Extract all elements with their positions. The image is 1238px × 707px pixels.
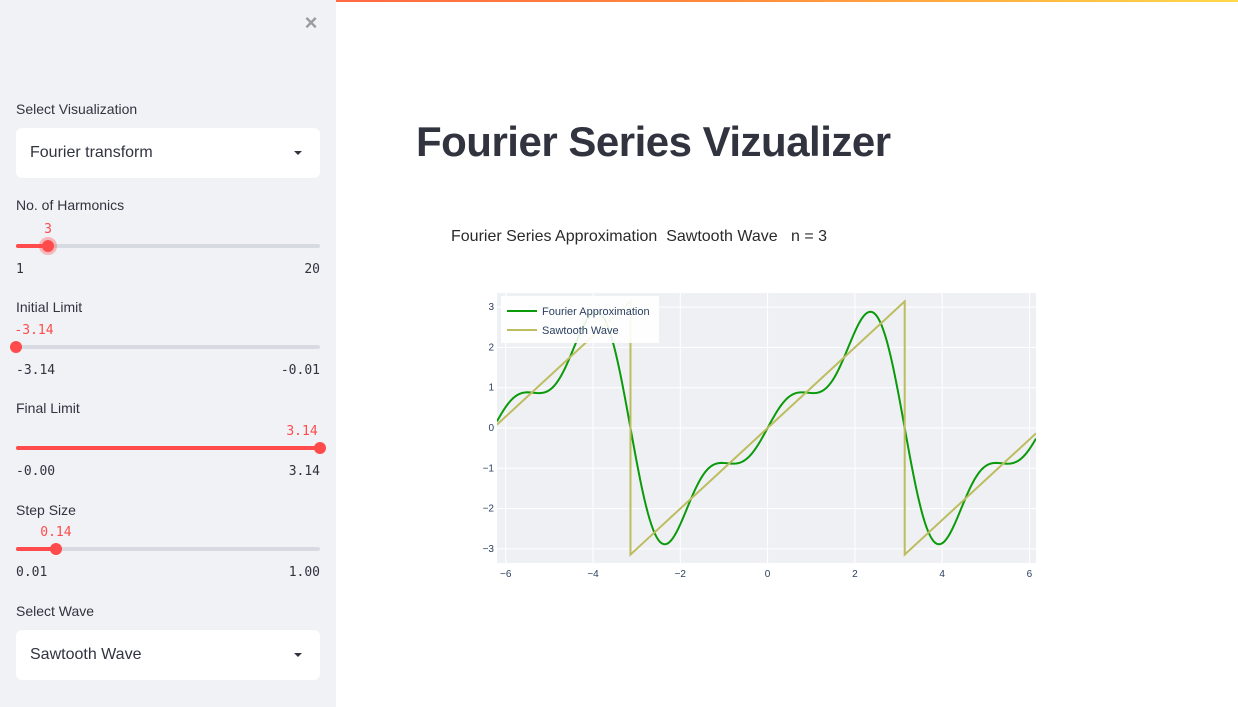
- harmonics-slider[interactable]: 3 1 20: [16, 222, 320, 286]
- y-tick-label: −3: [483, 544, 495, 555]
- slider-min-label: 0.01: [16, 565, 48, 580]
- initial-limit-label: Initial Limit: [16, 299, 83, 315]
- x-tick-label: −2: [675, 569, 687, 580]
- slider-thumb[interactable]: [49, 543, 62, 555]
- legend-label: Sawtooth Wave: [542, 325, 619, 337]
- y-tick-label: −1: [483, 463, 495, 474]
- slider-max-label: 20: [304, 262, 320, 277]
- harmonics-label: No. of Harmonics: [16, 197, 125, 213]
- sidebar: × Select Visualization Fourier transform…: [0, 0, 336, 707]
- slider-max-label: 1.00: [288, 565, 320, 580]
- visualization-label: Select Visualization: [16, 101, 138, 117]
- step-size-slider[interactable]: 0.14 0.01 1.00: [16, 525, 320, 589]
- y-tick-label: 2: [488, 342, 494, 353]
- close-icon: ×: [304, 10, 318, 35]
- y-tick-label: 3: [488, 302, 494, 313]
- final-limit-label: Final Limit: [16, 400, 80, 416]
- fourier-chart[interactable]: −6 −4 −2 0 2 4 6 −3 −2 −1 0 1 2 3 Fourier Approximatio…: [450, 280, 1050, 590]
- chart-title: Fourier Series Approximation Sawtooth Wa…: [451, 228, 828, 245]
- slider-min-label: 1: [16, 262, 24, 277]
- slider-current-value: 3: [44, 222, 52, 237]
- slider-thumb[interactable]: [314, 442, 326, 454]
- slider-min-label: -0.00: [16, 464, 56, 479]
- x-tick-label: 0: [765, 569, 771, 580]
- wave-select[interactable]: Sawtooth Wave: [16, 630, 320, 680]
- y-tick-label: 0: [488, 423, 494, 434]
- slider-current-value: -3.14: [14, 323, 54, 338]
- close-sidebar-button[interactable]: ×: [300, 12, 322, 34]
- chevron-down-icon: [294, 653, 302, 657]
- visualization-select[interactable]: Fourier transform: [16, 128, 320, 178]
- slider-track[interactable]: [16, 345, 320, 349]
- slider-current-value: 3.14: [286, 424, 318, 439]
- wave-selected-value: Sawtooth Wave: [30, 646, 142, 663]
- wave-label: Select Wave: [16, 603, 95, 619]
- slider-min-label: -3.14: [16, 363, 56, 378]
- x-tick-label: 2: [852, 569, 858, 580]
- slider-track[interactable]: [16, 244, 320, 248]
- legend-label: Fourier Approximation: [542, 306, 650, 318]
- step-size-label: Step Size: [16, 502, 76, 518]
- final-limit-slider[interactable]: 3.14 -0.00 3.14: [16, 424, 326, 488]
- slider-max-label: 3.14: [288, 464, 320, 479]
- slider-thumb[interactable]: [42, 240, 54, 252]
- slider-max-label: -0.01: [280, 363, 320, 378]
- x-tick-label: −4: [587, 569, 599, 580]
- initial-limit-slider[interactable]: -3.14 -3.14 -0.01: [10, 323, 320, 387]
- visualization-selected-value: Fourier transform: [30, 144, 153, 161]
- slider-fill: [16, 446, 320, 450]
- page-title: Fourier Series Vizualizer: [416, 118, 891, 165]
- x-tick-label: −6: [500, 569, 512, 580]
- x-tick-label: 4: [939, 569, 945, 580]
- y-tick-label: 1: [488, 383, 494, 394]
- y-tick-label: −2: [483, 504, 495, 515]
- chevron-down-icon: [294, 151, 302, 155]
- slider-thumb[interactable]: [10, 341, 22, 353]
- x-tick-label: 6: [1027, 569, 1033, 580]
- slider-current-value: 0.14: [40, 525, 72, 540]
